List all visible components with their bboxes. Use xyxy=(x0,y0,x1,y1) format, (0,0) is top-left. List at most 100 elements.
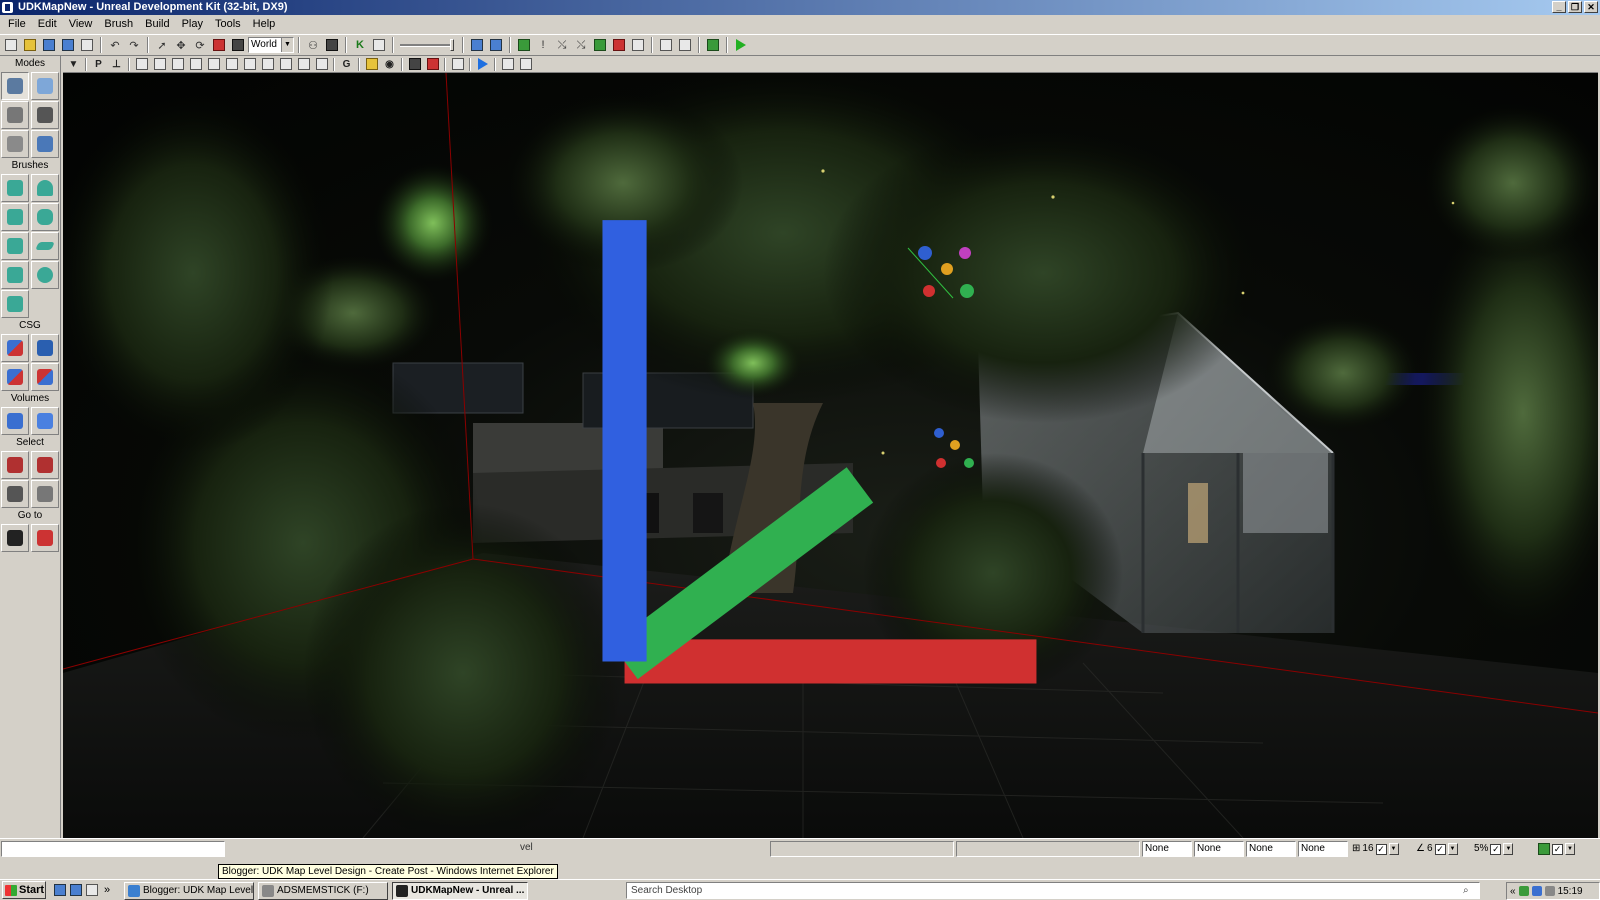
layer-field-1[interactable]: None xyxy=(1142,841,1192,857)
geometry-mode-button[interactable] xyxy=(31,72,59,100)
go-to-actor-button[interactable] xyxy=(1,524,29,552)
select-mode-button[interactable]: ➚ xyxy=(153,36,171,54)
rotation-snap-control[interactable]: ∠ 6 ✓ ▼ xyxy=(1416,841,1458,857)
camera-mode-button[interactable] xyxy=(1,72,29,100)
add-volume-button[interactable] xyxy=(1,407,29,435)
cone-brush-button[interactable] xyxy=(31,174,59,202)
menu-build[interactable]: Build xyxy=(139,15,175,34)
quick-launch-window[interactable] xyxy=(84,882,100,898)
translate-mode-button[interactable]: ✥ xyxy=(172,36,190,54)
light-complexity-button[interactable] xyxy=(241,57,258,72)
volumetric-brush-button[interactable] xyxy=(1,290,29,318)
chevron-down-icon[interactable]: ▼ xyxy=(1388,843,1399,855)
undock-viewport-button[interactable] xyxy=(517,57,534,72)
save-all-button[interactable] xyxy=(59,36,77,54)
move-mode-button[interactable] xyxy=(31,101,59,129)
sheet-brush-button[interactable] xyxy=(31,232,59,260)
level-streaming-button[interactable] xyxy=(406,57,423,72)
curved-stairs-brush-button[interactable] xyxy=(1,232,29,260)
lighting-only-lightmap-button[interactable] xyxy=(313,57,330,72)
menu-brush[interactable]: Brush xyxy=(98,15,139,34)
play-on-console-button[interactable] xyxy=(676,36,694,54)
redo-button[interactable]: ↷ xyxy=(125,36,143,54)
csg-deintersect-button[interactable] xyxy=(31,363,59,391)
matinee-button[interactable] xyxy=(370,36,388,54)
lock-viewport-button[interactable] xyxy=(363,57,380,72)
tray-chevron[interactable]: « xyxy=(1510,886,1516,897)
minimize-button[interactable]: _ xyxy=(1552,1,1566,13)
lighting-quality-button[interactable] xyxy=(610,36,628,54)
paint-mode-button[interactable] xyxy=(1,130,29,158)
perspective-viewport[interactable]: ▼ P ⊥ G ◉ xyxy=(63,56,1598,838)
autosave-control[interactable]: ✓ ▼ xyxy=(1538,841,1575,857)
game-view-button[interactable]: G xyxy=(338,57,355,72)
grid-snap-checkbox[interactable]: ✓ xyxy=(1375,843,1387,855)
desktop-search-input[interactable]: Search Desktop ⌕ xyxy=(626,882,1480,899)
spiral-stairs-brush-button[interactable] xyxy=(1,261,29,289)
find-actors-button[interactable]: ⚇ xyxy=(304,36,322,54)
show-selected-button[interactable] xyxy=(1,451,29,479)
save-as-button[interactable] xyxy=(78,36,96,54)
menu-help[interactable]: Help xyxy=(247,15,282,34)
camera-speed-slider[interactable] xyxy=(398,37,458,53)
stairs-brush-button[interactable] xyxy=(1,203,29,231)
quick-launch-ie[interactable] xyxy=(68,882,84,898)
task-button-adsmemstick[interactable]: ADSMEMSTICK (F:) xyxy=(258,882,388,900)
csg-add-button[interactable] xyxy=(1,334,29,362)
new-map-button[interactable] xyxy=(2,36,20,54)
build-lighting-button[interactable]: ǃ xyxy=(534,36,552,54)
quick-launch-desktop[interactable] xyxy=(52,882,68,898)
go-to-builder-brush-button[interactable] xyxy=(31,524,59,552)
view-mode-button[interactable]: ◉ xyxy=(381,57,398,72)
brush-wireframe-button[interactable] xyxy=(133,57,150,72)
build-geometry-button[interactable] xyxy=(515,36,533,54)
csg-subtract-button[interactable] xyxy=(31,334,59,362)
detail-lighting-button[interactable] xyxy=(205,57,222,72)
coordinate-system-select[interactable]: World ▼ xyxy=(248,37,294,53)
realtime-preview-button[interactable] xyxy=(474,57,491,72)
chevron-down-icon[interactable]: ▼ xyxy=(1447,843,1458,855)
top-view-button[interactable]: ⊥ xyxy=(108,57,125,72)
close-button[interactable]: ✕ xyxy=(1584,1,1598,13)
chevron-down-icon[interactable]: ▼ xyxy=(1503,843,1514,855)
menu-play[interactable]: Play xyxy=(176,15,209,34)
mesh-paint-button[interactable] xyxy=(31,130,59,158)
open-map-button[interactable] xyxy=(21,36,39,54)
menu-file[interactable]: File xyxy=(2,15,32,34)
mobile-preview-button[interactable] xyxy=(704,36,722,54)
layer-field-3[interactable]: None xyxy=(1246,841,1296,857)
network-icon[interactable] xyxy=(1518,886,1529,896)
rotate-mode-button[interactable]: ⟳ xyxy=(191,36,209,54)
post-process-button[interactable] xyxy=(424,57,441,72)
undo-button[interactable]: ↶ xyxy=(106,36,124,54)
menu-edit[interactable]: Edit xyxy=(32,15,63,34)
play-in-viewport-button[interactable] xyxy=(657,36,675,54)
shader-complexity-button[interactable] xyxy=(277,57,294,72)
hide-selected-button[interactable] xyxy=(31,451,59,479)
viewport-render[interactable] xyxy=(63,73,1598,838)
csg-intersect-button[interactable] xyxy=(1,363,29,391)
viewport-options-button[interactable]: ▼ xyxy=(65,57,82,72)
lighting-only-button[interactable] xyxy=(223,57,240,72)
sphere-brush-button[interactable] xyxy=(31,261,59,289)
chevron-down-icon[interactable]: ▼ xyxy=(1565,843,1575,855)
grid-snap-control[interactable]: ⊞ 16 ✓ ▼ xyxy=(1352,841,1399,857)
camera-pip-button[interactable] xyxy=(499,57,516,72)
scale-snap-control[interactable]: 5% ✓ ▼ xyxy=(1474,841,1514,857)
save-button[interactable] xyxy=(40,36,58,54)
task-button-blogger[interactable]: Blogger: UDK Map Level ... xyxy=(124,882,254,900)
cube-brush-button[interactable] xyxy=(1,174,29,202)
unlit-button[interactable] xyxy=(169,57,186,72)
invert-selection-button[interactable] xyxy=(31,480,59,508)
maximize-viewport-button[interactable] xyxy=(449,57,466,72)
build-cover-button[interactable]: ⤯ xyxy=(572,36,590,54)
slider-thumb[interactable] xyxy=(450,39,454,51)
drag-grid-button[interactable] xyxy=(468,36,486,54)
volume-icon[interactable] xyxy=(1544,886,1555,896)
layer-field-4[interactable]: None xyxy=(1298,841,1348,857)
rotation-snap-checkbox[interactable]: ✓ xyxy=(1434,843,1446,855)
terrain-mode-button[interactable] xyxy=(1,101,29,129)
build-all-button[interactable] xyxy=(591,36,609,54)
lighting-info-button[interactable] xyxy=(629,36,647,54)
blocking-volume-button[interactable] xyxy=(31,407,59,435)
